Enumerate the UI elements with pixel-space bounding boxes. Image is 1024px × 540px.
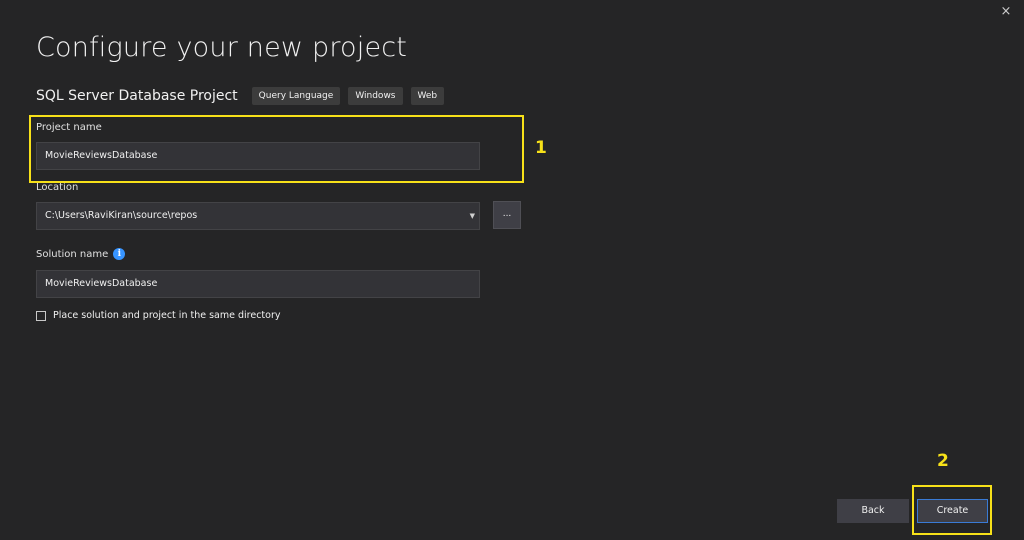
- location-dropdown[interactable]: C:\Users\RaviKiran\source\repos ▼: [36, 202, 480, 230]
- page-title: Configure your new project: [36, 32, 408, 63]
- info-icon[interactable]: i: [113, 248, 126, 260]
- location-value: C:\Users\RaviKiran\source\repos: [45, 210, 198, 221]
- chevron-down-icon[interactable]: ▼: [470, 203, 475, 229]
- browse-button[interactable]: ...: [493, 201, 521, 229]
- solution-name-label: Solution name: [36, 248, 109, 260]
- highlight-box-1: [29, 115, 524, 183]
- same-directory-option[interactable]: Place solution and project in the same d…: [36, 310, 280, 321]
- close-icon[interactable]: ×: [998, 4, 1014, 20]
- solution-name-input[interactable]: MovieReviewsDatabase: [36, 270, 480, 298]
- create-button[interactable]: Create: [917, 499, 988, 523]
- annotation-marker-1: 1: [535, 138, 547, 158]
- project-type-label: SQL Server Database Project: [36, 88, 238, 104]
- project-type-row: SQL Server Database Project Query Langua…: [36, 87, 452, 105]
- location-label: Location: [36, 182, 79, 193]
- solution-name-label-row: Solution name i: [36, 248, 126, 260]
- same-directory-checkbox[interactable]: [36, 310, 46, 321]
- tag-windows: Windows: [348, 87, 403, 105]
- back-button[interactable]: Back: [837, 499, 909, 523]
- tag-query-language: Query Language: [251, 87, 341, 105]
- tag-web: Web: [410, 87, 445, 105]
- same-directory-label: Place solution and project in the same d…: [53, 310, 281, 321]
- annotation-marker-2: 2: [937, 451, 949, 471]
